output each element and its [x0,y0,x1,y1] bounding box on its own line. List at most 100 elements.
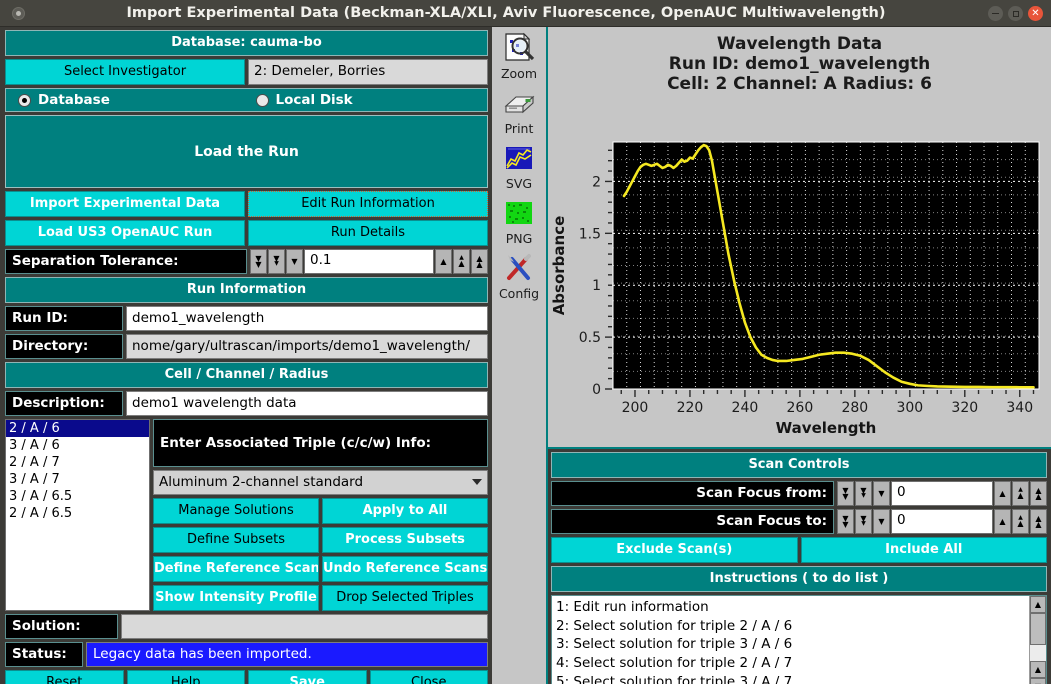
toolbar-item-zoom[interactable]: Zoom [501,31,537,81]
load-us3-openauc-run-button[interactable]: Load US3 OpenAUC Run [5,220,245,246]
svg-text:Wavelength: Wavelength [776,419,877,437]
undo-reference-scans-button[interactable]: Undo Reference Scans [322,556,488,582]
window-body: Database: cauma-bo Select Investigator 2… [0,27,1051,684]
plot-subtitle-runid: Run ID: demo1_wavelength [668,54,931,75]
spin-increment-medium-icon[interactable]: ▲ ▲ [453,249,470,274]
instructions-list[interactable]: 1: Edit run information 2: Select solutio… [552,596,1029,684]
spin-decrement-icon[interactable]: ▼ [286,249,303,274]
scan-from-increment-medium-icon[interactable]: ▲ ▲ [1012,481,1029,506]
separation-tolerance-input[interactable]: 0.1 [304,249,434,274]
minimize-button[interactable] [988,6,1003,21]
scan-focus-to-spinbox[interactable]: ▼ ▼ ▼ ▼ ▼ 0 ▲ ▲ ▲ ▲ ▲ [837,509,1047,534]
toolbar-item-print[interactable]: Print [502,86,536,136]
scan-to-decrement-medium-icon[interactable]: ▼ ▼ [855,509,872,534]
reset-button[interactable]: Reset [5,670,124,684]
svg-text:0.5: 0.5 [579,330,601,346]
save-button[interactable]: Save [248,670,367,684]
scan-to-increment-medium-icon[interactable]: ▲ ▲ [1012,509,1029,534]
scroll-up-icon[interactable]: ▲ [1030,596,1046,613]
separation-tolerance-spinbox[interactable]: ▼ ▼ ▼ ▼ ▼ 0.1 ▲ ▲ ▲ ▲ ▲ [250,249,488,274]
show-intensity-profile-button[interactable]: Show Intensity Profile [153,585,319,611]
apply-to-all-button[interactable]: Apply to All [322,498,488,524]
instructions-scrollbar[interactable]: ▲ ▲ ▼ [1029,596,1046,684]
include-all-button[interactable]: Include All [800,537,1047,563]
run-id-input[interactable]: demo1_wavelength [126,306,488,331]
define-subsets-button[interactable]: Define Subsets [153,527,319,553]
toolbar-item-svg-label: SVG [505,176,533,191]
run-id-label: Run ID: [5,306,123,331]
status-label: Status: [5,642,83,667]
process-subsets-button[interactable]: Process Subsets [322,527,488,553]
scrollbar-track[interactable] [1030,645,1046,661]
toolbar-item-config[interactable]: Config [499,251,539,301]
select-investigator-button[interactable]: Select Investigator [5,59,245,85]
scan-controls-area: Scan Controls Scan Focus from: ▼ ▼ ▼ ▼ ▼ 0… [548,449,1051,684]
scan-from-increment-large-icon[interactable]: ▲ ▲ [1030,481,1047,506]
list-item[interactable]: 2 / A / 6.5 [6,505,149,522]
list-item[interactable]: 5: Select solution for triple 3 / A / 7 [556,673,1025,684]
exclude-scans-button[interactable]: Exclude Scan(s) [551,537,798,563]
scan-focus-to-input[interactable]: 0 [891,509,993,534]
svg-text:Absorbance: Absorbance [550,216,568,316]
list-item[interactable]: 3 / A / 6.5 [6,488,149,505]
help-button[interactable]: Help [126,670,245,684]
radio-database-icon [18,93,31,107]
scan-from-increment-icon[interactable]: ▲ [994,481,1011,506]
spin-increment-large-icon[interactable]: ▲ ▲ [471,249,488,274]
window-menu-icon[interactable] [12,6,25,20]
list-item[interactable]: 4: Select solution for triple 2 / A / 7 [556,654,1025,673]
toolbar-item-svg[interactable]: SVG [502,141,536,191]
directory-row: Directory: nome/gary/ultrascan/imports/d… [5,334,488,359]
description-label: Description: [5,391,123,416]
list-item[interactable]: 3: Select solution for triple 3 / A / 6 [556,635,1025,654]
description-input[interactable]: demo1 wavelength data [126,391,488,416]
toolbar-item-png-label: PNG [505,231,533,246]
list-item[interactable]: 2 / A / 6 [6,420,149,437]
import-edit-row: Import Experimental Data Edit Run Inform… [5,191,488,217]
plot-canvas: 200 220 240 260 280 300 320 340 Wavelength 0 0.5 1 1… [550,141,1040,437]
svg-text:2: 2 [592,174,601,190]
scan-to-increment-icon[interactable]: ▲ [994,509,1011,534]
toolbar-item-png[interactable]: PNG [502,196,536,246]
scroll-page-up-icon[interactable]: ▲ [1030,661,1046,678]
triple-list[interactable]: 2 / A / 63 / A / 62 / A / 73 / A / 73 / … [5,419,150,611]
wavelength-plot[interactable]: Wavelength Data Run ID: demo1_wavelength… [548,27,1051,449]
list-item[interactable]: 2 / A / 7 [6,454,149,471]
spin-decrement-large-icon[interactable]: ▼ ▼ [250,249,267,274]
list-item[interactable]: 3 / A / 7 [6,471,149,488]
scrollbar-thumb[interactable] [1030,613,1046,645]
import-experimental-data-button[interactable]: Import Experimental Data [5,191,245,217]
scan-to-increment-large-icon[interactable]: ▲ ▲ [1030,509,1047,534]
close-window-button[interactable]: ✕ [1028,6,1043,21]
solution-combo-value: Aluminum 2-channel standard [159,474,364,490]
spin-increment-icon[interactable]: ▲ [435,249,452,274]
title-bar: Import Experimental Data (Beckman-XLA/XL… [0,0,1051,27]
list-item[interactable]: 2: Select solution for triple 2 / A / 6 [556,617,1025,636]
scroll-down-icon[interactable]: ▼ [1030,678,1046,684]
scan-to-decrement-large-icon[interactable]: ▼ ▼ [837,509,854,534]
load-the-run-button[interactable]: Load the Run [5,115,488,188]
scan-from-decrement-large-icon[interactable]: ▼ ▼ [837,481,854,506]
spin-decrement-medium-icon[interactable]: ▼ ▼ [268,249,285,274]
investigator-field[interactable]: 2: Demeler, Borries [248,59,488,85]
edit-run-information-button[interactable]: Edit Run Information [248,191,488,217]
svg-text:0: 0 [592,382,601,398]
scan-to-decrement-icon[interactable]: ▼ [873,509,890,534]
scan-focus-from-spinbox[interactable]: ▼ ▼ ▼ ▼ ▼ 0 ▲ ▲ ▲ ▲ ▲ [837,481,1047,506]
radio-local-disk[interactable]: Local Disk [250,92,488,108]
manage-solutions-button[interactable]: Manage Solutions [153,498,319,524]
scan-from-decrement-medium-icon[interactable]: ▼ ▼ [855,481,872,506]
run-id-row: Run ID: demo1_wavelength [5,306,488,331]
close-button[interactable]: Close [369,670,488,684]
scan-focus-from-input[interactable]: 0 [891,481,993,506]
drop-selected-triples-button[interactable]: Drop Selected Triples [322,585,488,611]
maximize-button[interactable] [1008,6,1023,21]
radio-database[interactable]: Database [6,92,250,108]
list-item[interactable]: 1: Edit run information [556,598,1025,617]
run-details-button[interactable]: Run Details [248,220,488,246]
bottom-buttons: Reset Help Save Close [5,670,488,684]
solution-combo[interactable]: Aluminum 2-channel standard [153,470,488,495]
define-reference-scans-button[interactable]: Define Reference Scans [153,556,319,582]
list-item[interactable]: 3 / A / 6 [6,437,149,454]
scan-from-decrement-icon[interactable]: ▼ [873,481,890,506]
